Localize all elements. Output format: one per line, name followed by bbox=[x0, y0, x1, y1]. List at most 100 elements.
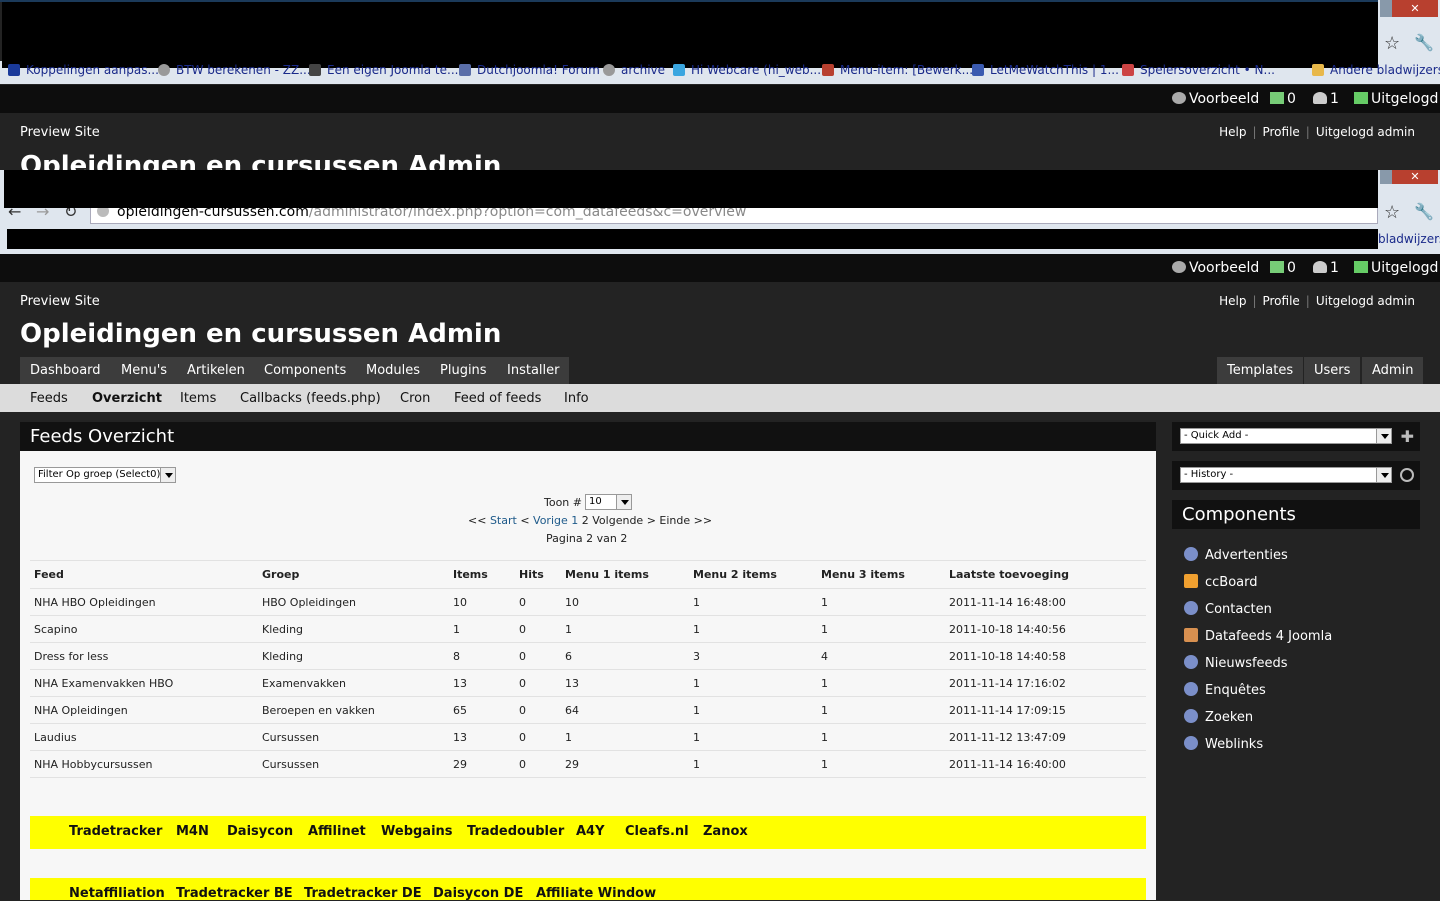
col-hits[interactable]: Hits bbox=[515, 560, 561, 589]
menu-modules[interactable]: Modules bbox=[356, 357, 431, 384]
clock-icon[interactable] bbox=[1400, 468, 1414, 482]
submenu-feeds[interactable]: Feeds bbox=[30, 391, 68, 406]
network-link[interactable]: Tradedoubler bbox=[467, 824, 564, 839]
wrench-icon[interactable]: 🔧 bbox=[1414, 202, 1434, 221]
window-close-button-2[interactable]: ✕ bbox=[1392, 170, 1438, 184]
submenu-overview[interactable]: Overzicht bbox=[92, 391, 162, 406]
component-link[interactable]: Zoeken bbox=[1184, 709, 1253, 725]
logout-admin-link[interactable]: Uitgelogd admin bbox=[1316, 125, 1415, 139]
group-filter-select[interactable]: Filter Op groep (Select0) bbox=[34, 467, 176, 483]
network-link[interactable]: Tradetracker BE bbox=[176, 886, 293, 901]
other-bookmarks-2[interactable]: bladwijzers bbox=[1378, 232, 1440, 246]
component-link[interactable]: Contacten bbox=[1184, 601, 1272, 617]
col-menu3[interactable]: Menu 3 items bbox=[817, 560, 945, 589]
preview-link[interactable]: Voorbeeld bbox=[1172, 260, 1259, 276]
network-link[interactable]: Tradetracker bbox=[69, 824, 162, 839]
bookmark-item[interactable]: Spelersoverzicht • N... bbox=[1122, 63, 1275, 77]
menu-articles[interactable]: Artikelen bbox=[177, 357, 255, 384]
menu-plugins[interactable]: Plugins bbox=[430, 357, 497, 384]
submenu-feed-of-feeds[interactable]: Feed of feeds bbox=[454, 391, 541, 406]
component-link[interactable]: ccBoard bbox=[1184, 574, 1258, 590]
bookmark-item[interactable]: Dutchjoomla! Forum bbox=[459, 63, 600, 77]
network-link[interactable]: M4N bbox=[176, 824, 209, 839]
network-link[interactable]: A4Y bbox=[576, 824, 605, 839]
feed-name[interactable]: Laudius bbox=[30, 723, 258, 751]
feed-name[interactable]: NHA Examenvakken HBO bbox=[30, 669, 258, 697]
star-icon[interactable]: ☆ bbox=[1384, 202, 1400, 223]
wrench-icon[interactable]: 🔧 bbox=[1414, 33, 1434, 52]
preview-site-link[interactable]: Preview Site bbox=[20, 294, 100, 309]
network-link[interactable]: Netaffiliation bbox=[69, 886, 165, 901]
network-link[interactable]: Affiliate Window bbox=[536, 886, 656, 901]
col-last-added[interactable]: Laatste toevoeging bbox=[945, 560, 1146, 589]
preview-site-link[interactable]: Preview Site bbox=[20, 125, 100, 140]
submenu-callbacks[interactable]: Callbacks (feeds.php) bbox=[240, 391, 381, 406]
history-select[interactable]: - History - bbox=[1180, 467, 1392, 483]
profile-link[interactable]: Profile bbox=[1262, 294, 1299, 308]
network-link[interactable]: Daisycon DE bbox=[433, 886, 523, 901]
bookmark-item[interactable]: BTW berekenen - ZZ... bbox=[158, 63, 311, 77]
menu-components[interactable]: Components bbox=[254, 357, 357, 384]
network-link[interactable]: Zanox bbox=[703, 824, 748, 839]
pager-start-link[interactable]: Start bbox=[490, 514, 517, 527]
col-group[interactable]: Groep bbox=[258, 560, 449, 589]
preview-link[interactable]: Voorbeeld bbox=[1172, 91, 1259, 107]
users-online[interactable]: 1 bbox=[1313, 91, 1339, 107]
window-close-button[interactable]: ✕ bbox=[1392, 0, 1438, 17]
component-link[interactable]: Advertenties bbox=[1184, 547, 1288, 563]
help-link[interactable]: Help bbox=[1219, 294, 1246, 308]
menu-templates[interactable]: Templates bbox=[1217, 357, 1304, 384]
plus-icon[interactable]: ✚ bbox=[1401, 427, 1414, 446]
star-icon[interactable]: ☆ bbox=[1384, 33, 1400, 54]
feed-name[interactable]: NHA HBO Opleidingen bbox=[30, 588, 258, 616]
submenu-cron[interactable]: Cron bbox=[400, 391, 430, 406]
logout-link[interactable]: Uitgelogd bbox=[1354, 260, 1438, 276]
feed-name[interactable]: NHA Opleidingen bbox=[30, 696, 258, 724]
col-menu1[interactable]: Menu 1 items bbox=[561, 560, 689, 589]
menu-installer[interactable]: Installer bbox=[497, 357, 570, 384]
logout-admin-link[interactable]: Uitgelogd admin bbox=[1316, 294, 1415, 308]
feed-name[interactable]: NHA Hobbycursussen bbox=[30, 750, 258, 778]
admin-header-ghost: Preview Site Help | Profile | Uitgelogd admi… bbox=[0, 113, 1440, 181]
users-online[interactable]: 1 bbox=[1313, 260, 1339, 276]
bookmark-item[interactable]: Een eigen Joomla te... bbox=[309, 63, 458, 77]
network-link[interactable]: Tradetracker DE bbox=[304, 886, 422, 901]
window-restore-button-2[interactable] bbox=[1380, 170, 1392, 184]
messages-link[interactable]: 0 bbox=[1270, 260, 1296, 276]
component-link[interactable]: Nieuwsfeeds bbox=[1184, 655, 1288, 671]
quick-add-select[interactable]: - Quick Add - bbox=[1180, 428, 1392, 444]
network-link[interactable]: Affilinet bbox=[308, 824, 366, 839]
window-restore-button[interactable] bbox=[1380, 0, 1392, 17]
col-items[interactable]: Items bbox=[449, 560, 515, 589]
help-link[interactable]: Help bbox=[1219, 125, 1246, 139]
network-link[interactable]: Cleafs.nl bbox=[625, 824, 689, 839]
pager-page-1[interactable]: 1 bbox=[571, 514, 578, 527]
menu-users[interactable]: Users bbox=[1304, 357, 1361, 384]
feed-name[interactable]: Scapino bbox=[30, 615, 258, 643]
bookmark-item[interactable]: LetMeWatchThis | 1... bbox=[972, 63, 1119, 77]
feed-name[interactable]: Dress for less bbox=[30, 642, 258, 670]
page-size-select[interactable]: 10 bbox=[585, 494, 632, 510]
other-bookmarks[interactable]: Andere bladwijzers bbox=[1312, 63, 1440, 77]
bookmark-item[interactable]: Koppelingen aanpas... bbox=[8, 63, 159, 77]
profile-link[interactable]: Profile bbox=[1262, 125, 1299, 139]
menu-dashboard[interactable]: Dashboard bbox=[20, 357, 111, 384]
pager-prev-link[interactable]: Vorige bbox=[533, 514, 568, 527]
col-feed[interactable]: Feed bbox=[30, 560, 258, 589]
menu-admin[interactable]: Admin bbox=[1362, 357, 1424, 384]
bookmark-item[interactable]: Menu-item: [Bewerk... bbox=[822, 63, 973, 77]
col-menu2[interactable]: Menu 2 items bbox=[689, 560, 817, 589]
component-link[interactable]: Enquêtes bbox=[1184, 682, 1266, 698]
menu-menus[interactable]: Menu's bbox=[111, 357, 178, 384]
messages-link[interactable]: 0 bbox=[1270, 91, 1296, 107]
bookmark-item[interactable]: archive bbox=[603, 63, 665, 77]
logout-link[interactable]: Uitgelogd bbox=[1354, 91, 1438, 107]
submenu-info[interactable]: Info bbox=[564, 391, 589, 406]
submenu-items[interactable]: Items bbox=[180, 391, 216, 406]
network-link[interactable]: Webgains bbox=[381, 824, 453, 839]
site-title: Opleidingen en cursussen Admin bbox=[20, 319, 502, 349]
component-link[interactable]: Datafeeds 4 Joomla bbox=[1184, 628, 1332, 644]
component-link[interactable]: Weblinks bbox=[1184, 736, 1263, 752]
network-link[interactable]: Daisycon bbox=[227, 824, 293, 839]
bookmark-item[interactable]: Hi Webcare (hi_web... bbox=[673, 63, 821, 77]
